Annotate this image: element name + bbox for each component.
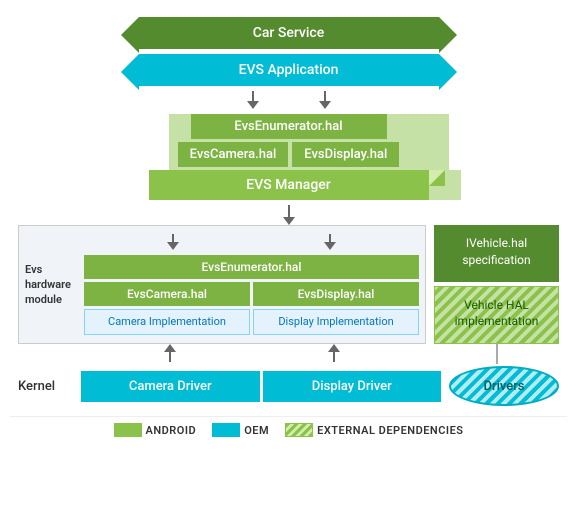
legend-android: ANDROID bbox=[114, 423, 197, 437]
kernel-row: Kernel Camera Driver Display Driver Driv… bbox=[18, 366, 559, 406]
legend-oem: OEM bbox=[212, 423, 269, 437]
arrow-inner-1 bbox=[167, 234, 179, 250]
car-service-label: Car Service bbox=[253, 25, 324, 41]
arrow-down-2 bbox=[319, 91, 331, 109]
legend-android-label: ANDROID bbox=[146, 424, 197, 437]
layout-wrapper: Car Service EVS Application bbox=[10, 10, 567, 443]
ivehicle-connector bbox=[434, 344, 559, 364]
ivehicle-section: IVehicle.hal specification Vehicle HAL i… bbox=[434, 225, 559, 344]
legend-oem-label: OEM bbox=[244, 424, 269, 437]
evs-application-box: EVS Application bbox=[139, 54, 439, 86]
hal-display-box: EvsDisplay.hal bbox=[292, 142, 399, 167]
evs-manager-box: EVS Manager bbox=[149, 170, 429, 200]
drivers-oval: Drivers bbox=[449, 366, 559, 406]
main-content-row: Evs hardware module bbox=[18, 225, 559, 344]
arrow-down-1 bbox=[247, 91, 259, 109]
legend-oem-color bbox=[212, 423, 240, 437]
hw-inner: EvsEnumerator.hal EvsCamera.hal EvsDispl… bbox=[84, 234, 419, 335]
hardware-module-label: Evs hardware module bbox=[25, 234, 80, 335]
display-driver-box: Display Driver bbox=[263, 371, 442, 402]
camera-impl-box: Camera Implementation bbox=[84, 309, 250, 335]
camera-driver-box: Camera Driver bbox=[81, 371, 260, 402]
car-service-box: Car Service bbox=[139, 17, 439, 49]
arrow-up-camera bbox=[164, 344, 176, 362]
legend: ANDROID OEM EXTERNAL DEPENDENCIES bbox=[10, 416, 567, 443]
legend-external-label: EXTERNAL DEPENDENCIES bbox=[317, 424, 463, 437]
bottom-section: Evs hardware module bbox=[10, 225, 567, 406]
inner-camera-box: EvsCamera.hal bbox=[84, 282, 250, 306]
kernel-boxes: Camera Driver Display Driver bbox=[81, 371, 441, 402]
kernel-label: Kernel bbox=[18, 379, 73, 394]
arrow-down-manager bbox=[283, 205, 295, 225]
ivehicle-spec-box: IVehicle.hal specification bbox=[434, 225, 559, 282]
legend-android-color bbox=[114, 423, 142, 437]
diagram-container: Car Service EVS Application bbox=[0, 0, 577, 522]
arrow-up-display bbox=[328, 344, 340, 362]
hardware-module-wrapper: Evs hardware module bbox=[18, 225, 426, 344]
legend-external-color bbox=[285, 423, 313, 437]
vehicle-hal-impl-box: Vehicle HAL implementation bbox=[434, 286, 559, 345]
arrow-inner-2 bbox=[324, 234, 336, 250]
hal-enumerator-top: EvsEnumerator.hal bbox=[191, 114, 387, 139]
hw-label-text: Evs hardware module bbox=[25, 262, 71, 308]
legend-external: EXTERNAL DEPENDENCIES bbox=[285, 423, 463, 437]
display-impl-box: Display Implementation bbox=[253, 309, 419, 335]
evs-application-label: EVS Application bbox=[239, 62, 339, 78]
inner-display-box: EvsDisplay.hal bbox=[253, 282, 419, 306]
inner-enumerator: EvsEnumerator.hal bbox=[84, 255, 419, 279]
hal-camera-box: EvsCamera.hal bbox=[178, 142, 289, 167]
top-section: Car Service EVS Application bbox=[10, 10, 567, 225]
